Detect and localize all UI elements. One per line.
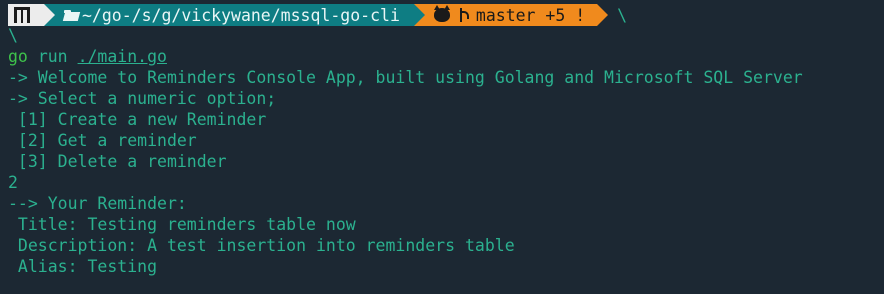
command-file-link[interactable]: ./main.go bbox=[78, 47, 167, 66]
output-line: Description: A test insertion into remin… bbox=[8, 236, 515, 255]
output-line: 2 bbox=[8, 173, 18, 192]
output-line: Alias: Testing bbox=[8, 257, 158, 276]
git-branch-status: master +5 ! bbox=[475, 5, 586, 25]
prompt-bar: ~/go-/s/g/vickywane/mssql-go-cli master … bbox=[8, 4, 627, 26]
output-line: --> Your Reminder: bbox=[8, 194, 187, 213]
folder-open-icon bbox=[64, 9, 79, 21]
current-path: ~/go-/s/g/vickywane/mssql-go-cli bbox=[82, 5, 400, 25]
os-segment bbox=[8, 4, 55, 26]
terminal-window[interactable]: ~/go-/s/g/vickywane/mssql-go-cli master … bbox=[0, 0, 884, 294]
command-program: go bbox=[8, 47, 28, 66]
output-line: -> Select a numeric option; bbox=[8, 89, 277, 108]
output-line: [1] Create a new Reminder bbox=[8, 110, 267, 129]
git-branch-icon bbox=[458, 8, 468, 22]
git-segment: master +5 ! bbox=[413, 4, 609, 26]
continuation-line: \ bbox=[8, 26, 18, 45]
output-line: [3] Delete a reminder bbox=[8, 152, 227, 171]
segment-separator-icon bbox=[44, 4, 55, 26]
terminal-output: \ go run ./main.go -> Welcome to Reminde… bbox=[8, 25, 878, 277]
segment-separator-icon bbox=[597, 4, 609, 26]
output-line: -> Welcome to Reminders Console App, bui… bbox=[8, 68, 803, 87]
output-line: [2] Get a reminder bbox=[8, 131, 197, 150]
output-line: Title: Testing reminders table now bbox=[8, 215, 356, 234]
command-subcommand: run bbox=[37, 47, 68, 66]
prompt-continuation: \ bbox=[617, 5, 628, 25]
command-line: go run ./main.go bbox=[8, 46, 878, 67]
path-segment: ~/go-/s/g/vickywane/mssql-go-cli bbox=[44, 4, 425, 26]
segment-separator-icon bbox=[413, 4, 425, 26]
github-icon bbox=[433, 5, 450, 22]
manjaro-logo-icon bbox=[14, 7, 30, 23]
